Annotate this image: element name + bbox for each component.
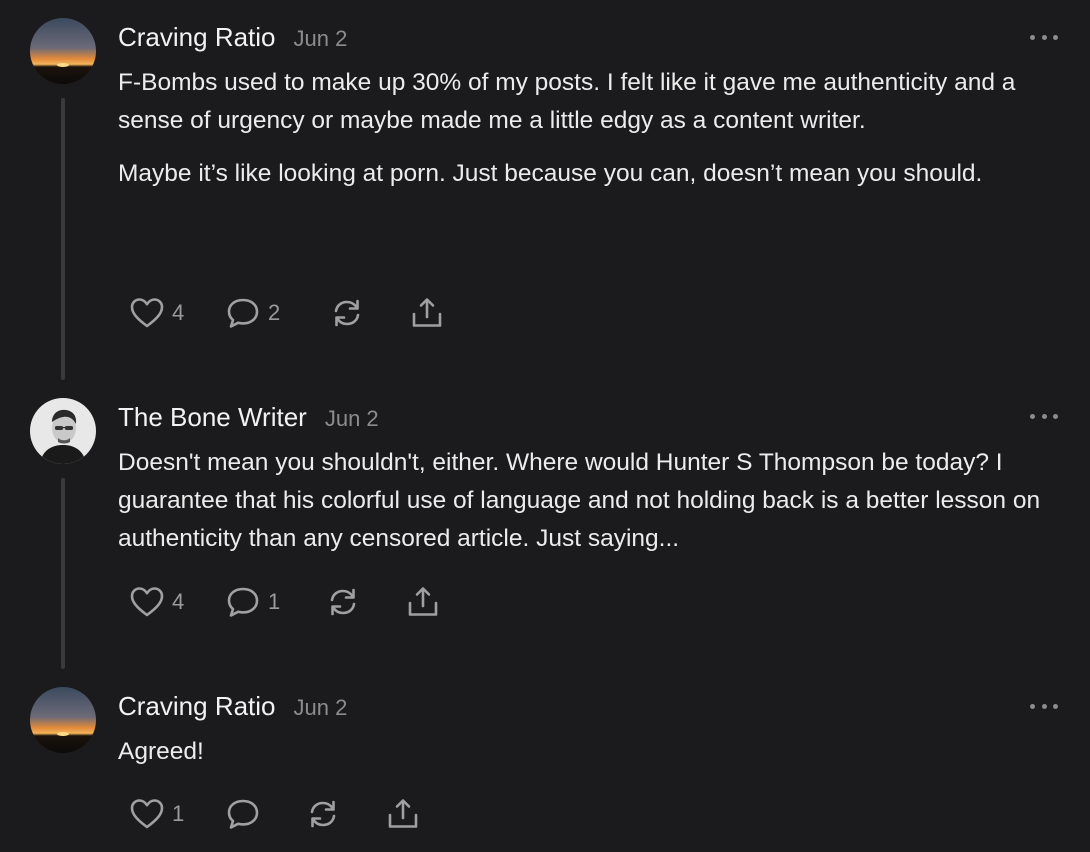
comment-body: Agreed!	[118, 733, 1068, 786]
reply-count: 2	[268, 300, 281, 325]
more-icon	[1030, 413, 1035, 419]
comment-actions: 4 2	[130, 296, 450, 330]
share-button[interactable]	[410, 297, 450, 329]
more-icon	[1030, 703, 1035, 709]
comment-paragraph: Maybe it’s like looking at porn. Just be…	[118, 160, 983, 187]
comment-thread: Craving Ratio Jun 2 F-Bombs used to make…	[0, 0, 1090, 852]
comment-paragraph: F-Bombs used to make up 30% of my posts.…	[118, 69, 1016, 134]
comment-date[interactable]: Jun 2	[294, 695, 348, 721]
like-count: 4	[172, 589, 185, 614]
restack-icon	[310, 800, 336, 828]
like-button[interactable]: 4	[130, 297, 226, 329]
comment-header: The Bone Writer Jun 2	[118, 402, 379, 433]
share-button[interactable]	[386, 798, 426, 830]
comment-actions: 4 1	[130, 585, 446, 619]
comment-date[interactable]: Jun 2	[325, 406, 379, 432]
speech-bubble-icon	[227, 587, 259, 617]
restack-icon	[330, 588, 356, 616]
avatar[interactable]	[30, 18, 96, 84]
comment-paragraph: Agreed!	[118, 738, 204, 765]
speech-bubble-icon	[227, 298, 259, 328]
comment-body: Doesn't mean you shouldn't, either. Wher…	[118, 444, 1068, 573]
restack-button[interactable]	[326, 586, 406, 618]
like-button[interactable]: 1	[130, 798, 226, 830]
share-icon	[388, 799, 418, 828]
more-options-button[interactable]	[1030, 409, 1058, 423]
author-name[interactable]: The Bone Writer	[118, 402, 307, 433]
comment-paragraph: Doesn't mean you shouldn't, either. Wher…	[118, 449, 1041, 552]
more-icon	[1030, 34, 1035, 40]
thread-line	[61, 478, 65, 669]
like-count: 1	[172, 801, 185, 826]
share-button[interactable]	[406, 586, 446, 618]
reply-button[interactable]	[226, 798, 306, 830]
restack-button[interactable]	[330, 297, 410, 329]
restack-icon	[334, 299, 360, 327]
thread-line	[61, 98, 65, 380]
share-icon	[408, 587, 438, 616]
comment-header: Craving Ratio Jun 2	[118, 691, 347, 722]
reply-button[interactable]: 1	[226, 586, 326, 618]
heart-icon	[130, 799, 164, 829]
more-options-button[interactable]	[1030, 30, 1058, 44]
heart-icon	[130, 587, 164, 617]
like-button[interactable]: 4	[130, 586, 226, 618]
heart-icon	[130, 298, 164, 328]
author-name[interactable]: Craving Ratio	[118, 22, 276, 53]
speech-bubble-icon	[227, 799, 259, 829]
like-count: 4	[172, 300, 185, 325]
comment-date[interactable]: Jun 2	[294, 26, 348, 52]
more-options-button[interactable]	[1030, 699, 1058, 713]
avatar[interactable]	[30, 398, 96, 464]
avatar[interactable]	[30, 687, 96, 753]
author-name[interactable]: Craving Ratio	[118, 691, 276, 722]
restack-button[interactable]	[306, 798, 386, 830]
reply-count: 1	[268, 589, 281, 614]
comment-header: Craving Ratio Jun 2	[118, 22, 347, 53]
reply-button[interactable]: 2	[226, 297, 330, 329]
comment-actions: 1	[130, 797, 426, 831]
share-icon	[412, 298, 442, 327]
comment-body: F-Bombs used to make up 30% of my posts.…	[118, 64, 1068, 208]
